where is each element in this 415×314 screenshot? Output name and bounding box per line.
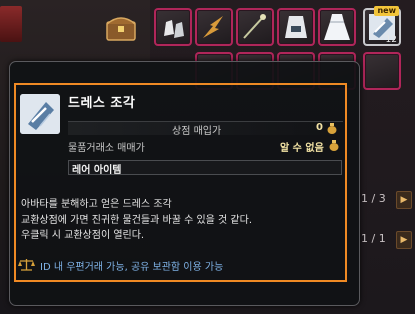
scale-icon: [18, 259, 35, 271]
new-badge: new: [374, 6, 399, 16]
item-name: 드레스 조각: [68, 96, 136, 111]
gold-pouch-icon: [329, 140, 339, 151]
page-indicator: 1 / 3: [361, 192, 386, 205]
rarity-label: 레어 아이템: [72, 165, 122, 176]
next-page-button[interactable]: ▶: [396, 231, 412, 249]
rarity-box: 레어 아이템: [68, 160, 342, 176]
inventory-slot[interactable]: [195, 8, 233, 46]
inventory-slot[interactable]: [363, 52, 401, 90]
page-indicator: 1 / 1: [361, 232, 386, 245]
item-description: 아바타를 분해하고 얻은 드레스 조각 교환상점에 가면 진귀한 물건들과 바꿀…: [21, 197, 252, 244]
inventory-slot[interactable]: [236, 8, 274, 46]
left-panel-icon[interactable]: [0, 6, 22, 42]
staff-icon: [243, 14, 266, 39]
inventory-slot-selected[interactable]: new 12: [363, 6, 401, 46]
trade-info: ID 내 우편거래 가능, 공유 보관함 이용 가능: [18, 258, 318, 273]
lightning-icon: [203, 16, 223, 38]
description-line: 교환상점에 가면 진귀한 물건들과 바꿀 수 있을 것 같다.: [21, 214, 253, 226]
exchange-price-label: 물품거래소 매매가: [68, 143, 145, 154]
stack-count: 12: [385, 35, 397, 45]
shop-price-row: 상점 매입가 0: [68, 121, 343, 137]
exchange-price-value: 알 수 없음: [280, 143, 324, 154]
gloves-icon: [164, 20, 184, 38]
description-line: 아바타를 분해하고 얻은 드레스 조각: [21, 199, 172, 210]
cloak-icon: [285, 16, 307, 38]
gold-pouch-icon: [327, 123, 337, 134]
dress-fragment-icon: [20, 94, 60, 134]
shop-price-label: 상점 매입가: [172, 126, 222, 137]
inventory-slot[interactable]: [318, 8, 356, 46]
exchange-price-row: 물품거래소 매매가 알 수 없음: [68, 139, 343, 154]
tooltip-highlight-frame: [14, 83, 347, 282]
next-page-button[interactable]: ▶: [396, 191, 412, 209]
dress-icon: [324, 14, 350, 40]
inventory-slot[interactable]: [154, 8, 192, 46]
description-line: 우클릭 시 교환상점이 열린다.: [21, 230, 145, 241]
treasure-chest-icon[interactable]: [104, 10, 138, 44]
shop-price-value: 0: [316, 122, 323, 133]
inventory-slot[interactable]: [277, 8, 315, 46]
trade-text: ID 내 우편거래 가능, 공유 보관함 이용 가능: [40, 262, 224, 273]
